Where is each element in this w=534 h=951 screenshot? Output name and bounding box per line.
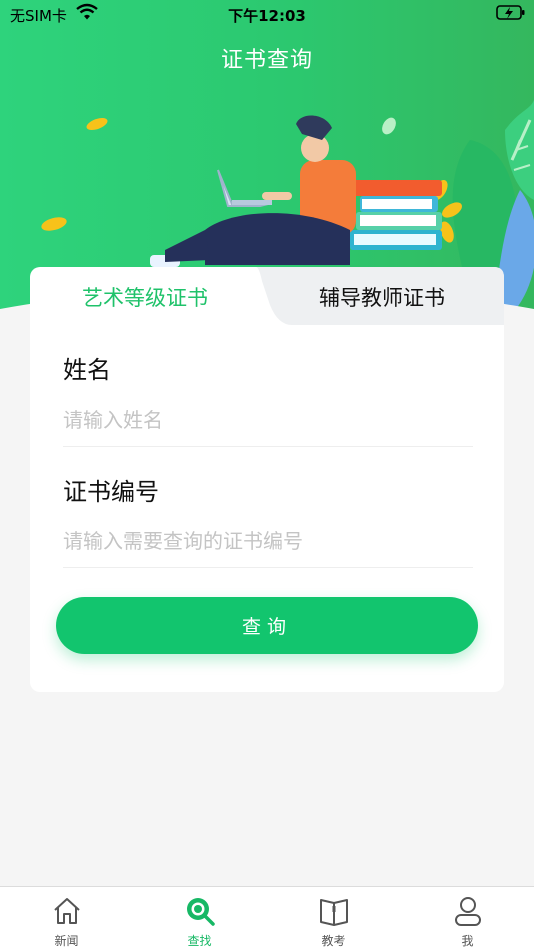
name-divider	[63, 446, 473, 447]
tab-tutor-certificate[interactable]: 辅导教师证书	[319, 282, 445, 312]
certificate-tab-bar: 艺术等级证书 辅导教师证书	[30, 267, 504, 325]
tabbar-label-search: 查找	[187, 934, 212, 948]
tabbar-item-me[interactable]: 我	[401, 887, 534, 951]
book-icon	[319, 899, 348, 926]
tabbar-label-teaching-exam: 教考	[321, 934, 346, 948]
tab-art-level-certificate[interactable]: 艺术等级证书	[82, 282, 208, 312]
tabbar-item-search[interactable]: 查找	[133, 887, 266, 951]
bottom-tab-bar: 新闻 查找 教考 我	[0, 886, 534, 951]
certificate-number-input[interactable]	[63, 521, 473, 561]
page-title: 证书查询	[220, 48, 313, 73]
clock: 下午12:03	[228, 7, 306, 25]
query-button[interactable]: 查询	[56, 597, 478, 654]
battery-charging-icon	[496, 5, 525, 20]
name-label: 姓名	[63, 356, 111, 384]
tabbar-item-teaching-exam[interactable]: 教考	[267, 887, 400, 951]
certificate-number-divider	[63, 567, 473, 568]
home-icon	[53, 898, 80, 924]
query-card: 艺术等级证书 辅导教师证书 姓名 证书编号 查询	[30, 267, 504, 692]
certificate-number-label: 证书编号	[63, 478, 159, 506]
tabbar-label-me: 我	[461, 934, 474, 948]
name-input[interactable]	[63, 400, 473, 440]
tabbar-item-news[interactable]: 新闻	[0, 887, 133, 951]
status-bar: 无SIM卡 下午12:03	[0, 0, 534, 30]
user-icon	[454, 897, 481, 926]
tabbar-label-news: 新闻	[54, 934, 79, 948]
search-icon	[186, 898, 215, 926]
